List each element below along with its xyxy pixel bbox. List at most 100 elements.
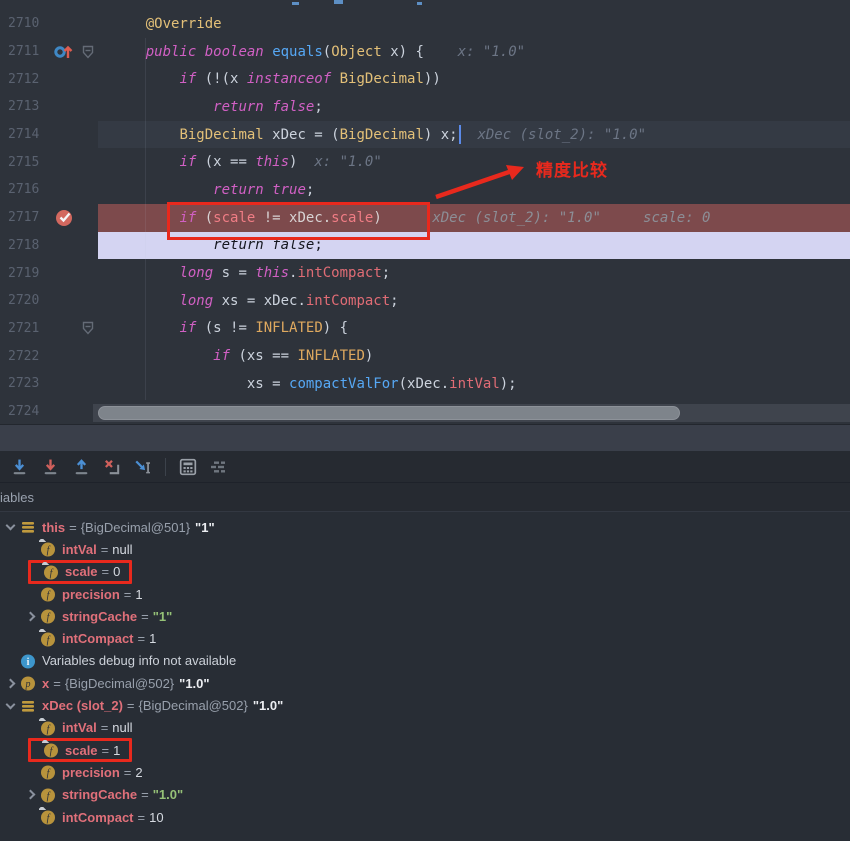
variable-row[interactable]: fprecision=1 bbox=[0, 583, 850, 605]
horizontal-scrollbar-thumb[interactable] bbox=[98, 406, 680, 420]
fold-space bbox=[82, 148, 98, 176]
code-text[interactable]: return false; bbox=[98, 232, 850, 260]
code-line[interactable]: 2720 long xs = xDec.intCompact; bbox=[0, 287, 850, 315]
layout-settings-icon[interactable] bbox=[210, 458, 228, 476]
code-line[interactable]: 2710 @Override bbox=[0, 10, 850, 38]
variable-row[interactable]: fscale=1 bbox=[0, 739, 850, 761]
code-text[interactable]: if (xs == INFLATED) bbox=[98, 342, 850, 370]
step-out-icon[interactable] bbox=[72, 458, 90, 476]
code-text[interactable]: long xs = xDec.intCompact; bbox=[98, 287, 850, 315]
code-text[interactable]: if (s != INFLATED) { bbox=[98, 315, 850, 343]
code-token: ( bbox=[323, 44, 331, 60]
line-number[interactable]: 2720 bbox=[0, 293, 46, 308]
fold-space bbox=[82, 93, 98, 121]
variable-row[interactable]: xDec (slot_2)={BigDecimal@502}"1.0" bbox=[0, 694, 850, 716]
method-entry-icon[interactable] bbox=[46, 38, 82, 66]
line-number[interactable]: 2713 bbox=[0, 99, 46, 114]
chevron-right-icon[interactable] bbox=[25, 611, 35, 621]
object-reference: {BigDecimal@501} bbox=[81, 520, 195, 535]
line-number[interactable]: 2717 bbox=[0, 210, 46, 225]
variable-row[interactable]: fintVal=null bbox=[0, 538, 850, 560]
code-text[interactable]: if (x == this)x: "1.0" bbox=[98, 148, 850, 176]
code-text[interactable]: if (!(x instanceof BigDecimal)) bbox=[98, 65, 850, 93]
code-line[interactable]: 2714 BigDecimal xDec = (BigDecimal) x;xD… bbox=[0, 121, 850, 149]
chevron-cell[interactable] bbox=[0, 704, 20, 708]
code-line[interactable]: 2721 if (s != INFLATED) { bbox=[0, 315, 850, 343]
variable-row[interactable]: fstringCache="1" bbox=[0, 605, 850, 627]
chevron-cell[interactable] bbox=[0, 680, 20, 687]
variable-row[interactable]: fscale=0 bbox=[0, 561, 850, 583]
gutter-space bbox=[46, 370, 82, 398]
line-number[interactable]: 2718 bbox=[0, 238, 46, 253]
variable-row[interactable]: fprecision=2 bbox=[0, 761, 850, 783]
line-number[interactable]: 2711 bbox=[0, 44, 46, 59]
code-token: xDec = ( bbox=[264, 127, 340, 143]
equals-sign: = bbox=[137, 609, 153, 624]
chevron-right-icon[interactable] bbox=[25, 790, 35, 800]
param-icon: p bbox=[20, 675, 36, 691]
line-number[interactable]: 2719 bbox=[0, 266, 46, 281]
code-text[interactable]: @Override bbox=[98, 10, 850, 38]
info-icon: i bbox=[20, 653, 36, 669]
step-into-icon[interactable] bbox=[10, 458, 28, 476]
editor-debugger-splitter[interactable] bbox=[0, 424, 850, 451]
line-number[interactable]: 2722 bbox=[0, 349, 46, 364]
code-text[interactable]: return false; bbox=[98, 93, 850, 121]
line-number[interactable]: 2712 bbox=[0, 72, 46, 87]
chevron-right-icon[interactable] bbox=[5, 678, 15, 688]
code-text[interactable]: public boolean equals(Object x) {x: "1.0… bbox=[98, 38, 850, 66]
code-line[interactable]: 2715 if (x == this)x: "1.0" bbox=[0, 148, 850, 176]
chevron-cell[interactable] bbox=[20, 613, 40, 620]
code-token: intCompact bbox=[306, 293, 390, 309]
variable-row[interactable]: fintCompact=10 bbox=[0, 806, 850, 828]
run-to-cursor-icon[interactable] bbox=[134, 458, 152, 476]
fold-icon[interactable] bbox=[82, 38, 98, 66]
variable-row[interactable]: fstringCache="1.0" bbox=[0, 784, 850, 806]
drop-frame-icon[interactable] bbox=[103, 458, 121, 476]
line-number[interactable]: 2716 bbox=[0, 182, 46, 197]
variable-row[interactable]: fintVal=null bbox=[0, 717, 850, 739]
line-number[interactable]: 2721 bbox=[0, 321, 46, 336]
code-text[interactable]: return true; bbox=[98, 176, 850, 204]
code-line[interactable]: 2716 return true; bbox=[0, 176, 850, 204]
force-step-into-icon[interactable] bbox=[41, 458, 59, 476]
code-line[interactable]: 2718 return false; bbox=[0, 232, 850, 260]
code-token: equals bbox=[272, 44, 323, 60]
evaluate-expression-icon[interactable] bbox=[179, 458, 197, 476]
fold-icon[interactable] bbox=[82, 315, 98, 343]
line-number[interactable]: 2710 bbox=[0, 16, 46, 31]
variable-row[interactable]: fintCompact=1 bbox=[0, 627, 850, 649]
variable-row[interactable]: this={BigDecimal@501}"1" bbox=[0, 516, 850, 538]
chevron-cell[interactable] bbox=[20, 791, 40, 798]
code-token bbox=[112, 99, 213, 115]
code-token: ; bbox=[382, 265, 390, 281]
code-text[interactable]: BigDecimal xDec = (BigDecimal) x;xDec (s… bbox=[98, 121, 850, 149]
code-line[interactable]: 2717 if (scale != xDec.scale)xDec (slot_… bbox=[0, 204, 850, 232]
code-line[interactable]: 2719 long s = this.intCompact; bbox=[0, 259, 850, 287]
code-line[interactable]: 2712 if (!(x instanceof BigDecimal)) bbox=[0, 65, 850, 93]
breakpoint-icon[interactable] bbox=[46, 204, 82, 232]
gutter-space bbox=[46, 342, 82, 370]
horizontal-scrollbar-track[interactable] bbox=[93, 404, 850, 422]
line-number[interactable]: 2724 bbox=[0, 404, 46, 419]
code-line[interactable]: 2713 return false; bbox=[0, 93, 850, 121]
chevron-cell[interactable] bbox=[0, 525, 20, 529]
line-number[interactable]: 2714 bbox=[0, 127, 46, 142]
code-editor[interactable]: 2710 @Override2711 public boolean equals… bbox=[0, 0, 850, 424]
chevron-down-icon[interactable] bbox=[5, 521, 15, 531]
chevron-down-icon[interactable] bbox=[5, 699, 15, 709]
gutter-space bbox=[46, 232, 82, 260]
code-text[interactable]: if (scale != xDec.scale)xDec (slot_2): "… bbox=[98, 204, 850, 232]
code-token: BigDecimal bbox=[179, 127, 263, 143]
code-line[interactable]: 2723 xs = compactValFor(xDec.intVal); bbox=[0, 370, 850, 398]
code-line[interactable]: 2722 if (xs == INFLATED) bbox=[0, 342, 850, 370]
variable-content: fprecision=1 bbox=[40, 586, 143, 602]
code-line[interactable]: 2711 public boolean equals(Object x) {x:… bbox=[0, 38, 850, 66]
line-number[interactable]: 2715 bbox=[0, 155, 46, 170]
line-number[interactable]: 2723 bbox=[0, 376, 46, 391]
variables-info-row[interactable]: iVariables debug info not available bbox=[0, 650, 850, 672]
variable-row[interactable]: px={BigDecimal@502}"1.0" bbox=[0, 672, 850, 694]
code-text[interactable]: long s = this.intCompact; bbox=[98, 259, 850, 287]
code-token: ; bbox=[306, 182, 314, 198]
code-text[interactable]: xs = compactValFor(xDec.intVal); bbox=[98, 370, 850, 398]
